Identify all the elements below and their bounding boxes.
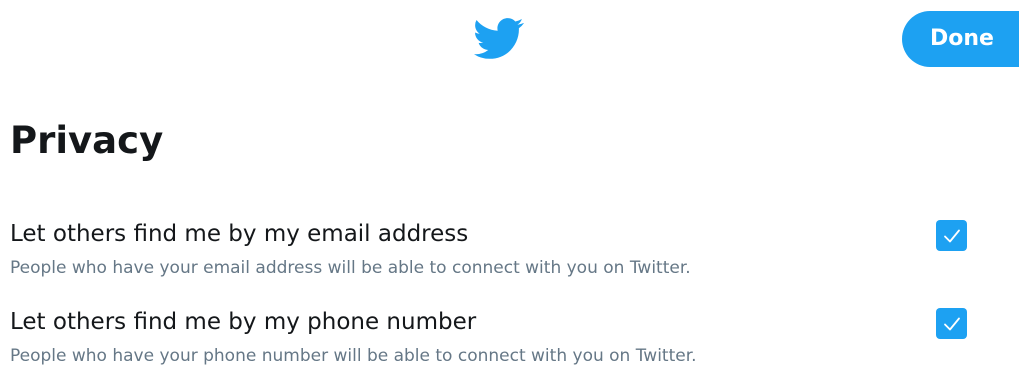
setting-label: Let others find me by my phone number bbox=[10, 309, 477, 335]
page-title: Privacy bbox=[10, 119, 164, 162]
checkmark-icon bbox=[943, 317, 960, 330]
setting-email-discoverability: Let others find me by my email address P… bbox=[0, 218, 1019, 298]
checkmark-icon bbox=[943, 229, 960, 242]
email-discoverability-checkbox[interactable] bbox=[936, 220, 967, 251]
done-button[interactable]: Done bbox=[902, 11, 1019, 67]
twitter-bird-icon bbox=[474, 18, 524, 60]
phone-discoverability-checkbox[interactable] bbox=[936, 308, 967, 339]
setting-phone-discoverability: Let others find me by my phone number Pe… bbox=[0, 306, 1019, 386]
setting-description: People who have your phone number will b… bbox=[10, 346, 697, 366]
top-bar: Done bbox=[0, 0, 1019, 80]
setting-description: People who have your email address will … bbox=[10, 258, 691, 278]
setting-label: Let others find me by my email address bbox=[10, 221, 469, 247]
